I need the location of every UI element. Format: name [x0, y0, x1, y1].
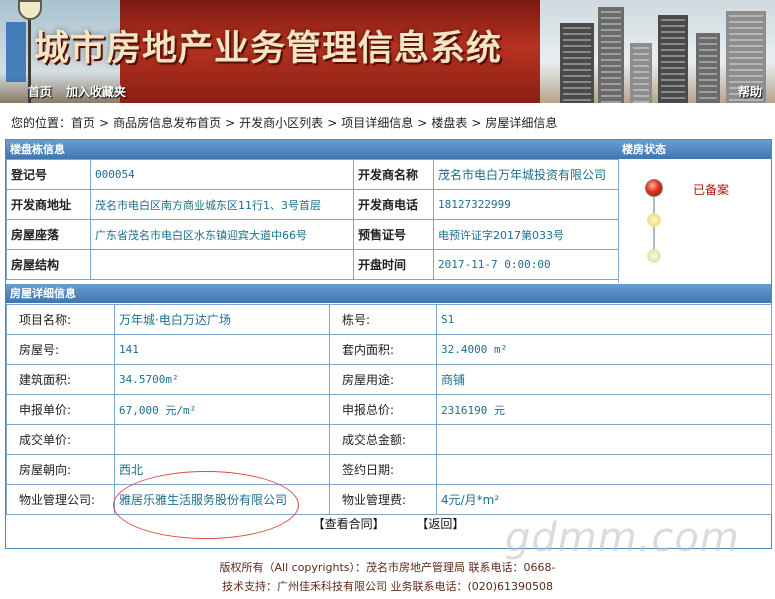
field-label: 登记号: [6, 159, 91, 190]
header-banner: 城市房地产业务管理信息系统 首页 加入收藏夹 帮助: [0, 0, 775, 103]
table-row: 申报单价: 67,000 元/m² 申报总价: 2316190 元: [6, 394, 772, 425]
table-row: 成交单价: 成交总金额:: [6, 424, 772, 455]
developer-name: 茂名市电白万年城投资有限公司: [433, 159, 619, 190]
nav-help-link[interactable]: 帮助: [738, 83, 762, 100]
breadcrumb-separator: >: [327, 116, 338, 130]
field-label: 房屋结构: [6, 249, 91, 280]
annotation-oval: [113, 471, 299, 539]
signing-date: [436, 454, 772, 485]
table-row: 房屋号: 141 套内面积: 32.4000 m²: [6, 334, 772, 365]
field-label: 成交单价:: [6, 424, 115, 455]
table-row: 建筑面积: 34.5700m² 房屋用途: 商铺: [6, 364, 772, 395]
field-label: 申报单价:: [6, 394, 115, 425]
field-label: 项目名称:: [6, 304, 115, 335]
field-label: 开发商电话: [353, 189, 434, 220]
building-number: S1: [436, 304, 772, 335]
watermark: gdmm.com: [505, 515, 740, 561]
table-row: 开发商地址 茂名市电白区南方商业城东区11行1、3号首层 开发商电话 18127…: [6, 189, 619, 220]
back-button[interactable]: 【返回】: [416, 515, 464, 532]
field-label: 房屋用途:: [329, 364, 437, 395]
field-label: 物业管理公司:: [6, 484, 115, 515]
breadcrumb-separator: >: [471, 116, 482, 130]
status-green-light-icon: [647, 249, 661, 263]
building-info-header: 楼盘栋信息: [6, 140, 618, 159]
view-contract-button[interactable]: 【查看合同】: [313, 515, 385, 532]
status-yellow-light-icon: [647, 213, 661, 227]
table-row: 房屋结构 开盘时间 2017-11-7 0:00:00: [6, 249, 619, 280]
field-label: 建筑面积:: [6, 364, 115, 395]
table-row: 房屋朝向: 西北 签约日期:: [6, 454, 772, 485]
field-label: 开发商地址: [6, 189, 91, 220]
main-frame: 楼盘栋信息 楼房状态 登记号 000054 开发商名称 茂名市电白万年城投资有限…: [5, 139, 772, 549]
field-label: 房屋朝向:: [6, 454, 115, 485]
field-label: 开发商名称: [353, 159, 434, 190]
field-label: 物业管理费:: [329, 484, 437, 515]
breadcrumb-prefix: 您的位置：: [11, 116, 72, 130]
field-label: 房屋号:: [6, 334, 115, 365]
field-label: 预售证号: [353, 219, 434, 250]
deal-total-amount: [436, 424, 772, 455]
table-row: 项目名称: 万年城·电白万达广场 栋号: S1: [6, 304, 772, 335]
breadcrumb-separator: >: [417, 116, 428, 130]
field-label: 套内面积:: [329, 334, 437, 365]
declared-unit-price: 67,000 元/m²: [114, 394, 330, 425]
status-panel: 已备案: [618, 159, 772, 283]
table-row: 登记号 000054 开发商名称 茂名市电白万年城投资有限公司: [6, 159, 619, 190]
table-row: 房屋座落 广东省茂名市电白区水东镇迎宾大道中66号 预售证号 电预许证字2017…: [6, 219, 619, 250]
house-detail-header: 房屋详细信息: [6, 284, 771, 303]
building-area: 34.5700m²: [114, 364, 330, 395]
house-number: 141: [114, 334, 330, 365]
nav-home-link[interactable]: 首页: [28, 83, 52, 100]
project-name: 万年城·电白万达广场: [114, 304, 330, 335]
field-label: 栋号:: [329, 304, 437, 335]
status-light-stem: [653, 197, 655, 257]
banner-flag: [6, 22, 26, 82]
property-location: 广东省茂名市电白区水东镇迎宾大道中66号: [90, 219, 354, 250]
status-red-light-icon: [645, 179, 663, 197]
breadcrumb-item-project-detail[interactable]: 项目详细信息: [341, 116, 413, 130]
nav-add-favorite-link[interactable]: 加入收藏夹: [66, 83, 126, 100]
field-label: 签约日期:: [329, 454, 437, 485]
breadcrumb-separator: >: [99, 116, 110, 130]
system-title: 城市房地产业务管理信息系统: [34, 28, 503, 69]
status-text: 已备案: [693, 183, 730, 197]
breadcrumb-item-current: 房屋详细信息: [485, 116, 558, 130]
deal-unit-price: [114, 424, 330, 455]
property-management-fee: 4元/月*m²: [436, 484, 772, 515]
house-detail-table: 项目名称: 万年城·电白万达广场 栋号: S1 房屋号: 141 套内面积: 3…: [6, 304, 772, 515]
registration-number: 000054: [90, 159, 354, 190]
breadcrumb-item-home[interactable]: 首页: [71, 116, 95, 130]
breadcrumb: 您的位置：首页 > 商品房信息发布首页 > 开发商小区列表 > 项目详细信息 > 楼盘表 > 房屋详…: [5, 110, 772, 136]
house-usage: 商铺: [436, 364, 772, 395]
footer-copyright: 版权所有（All copyrights）：茂名市房地产管理局 联系电话：0668…: [219, 561, 556, 574]
breadcrumb-separator: >: [225, 116, 236, 130]
breadcrumb-item-developer-list[interactable]: 开发商小区列表: [239, 116, 323, 130]
field-label: 成交总金额:: [329, 424, 437, 455]
page: 城市房地产业务管理信息系统 首页 加入收藏夹 帮助 您的位置：首页 > 商品房信息发…: [0, 0, 775, 599]
building-info-table: 登记号 000054 开发商名称 茂名市电白万年城投资有限公司 开发商地址 茂名…: [6, 159, 619, 280]
declared-total-price: 2316190 元: [436, 394, 772, 425]
field-label: 房屋座落: [6, 219, 91, 250]
footer: 版权所有（All copyrights）：茂名市房地产管理局 联系电话：0668…: [0, 558, 775, 596]
banner-nav: 首页 加入收藏夹 帮助: [0, 83, 775, 103]
developer-address: 茂名市电白区南方商业城东区11行1、3号首层: [90, 189, 354, 220]
breadcrumb-item-listing-home[interactable]: 商品房信息发布首页: [113, 116, 221, 130]
footer-tech-support: 技术支持：广州佳禾科技有限公司 业务联系电话：(020)61390508: [221, 580, 554, 593]
field-label: 开盘时间: [353, 249, 434, 280]
status-header: 楼房状态: [618, 140, 771, 159]
structure-value: [90, 249, 354, 280]
breadcrumb-item-building-table[interactable]: 楼盘表: [431, 116, 467, 130]
interior-area: 32.4000 m²: [436, 334, 772, 365]
field-label: 申报总价:: [329, 394, 437, 425]
developer-phone: 18127322999: [433, 189, 619, 220]
presale-permit-number: 电预许证字2017第033号: [433, 219, 619, 250]
opening-time: 2017-11-7 0:00:00: [433, 249, 619, 280]
